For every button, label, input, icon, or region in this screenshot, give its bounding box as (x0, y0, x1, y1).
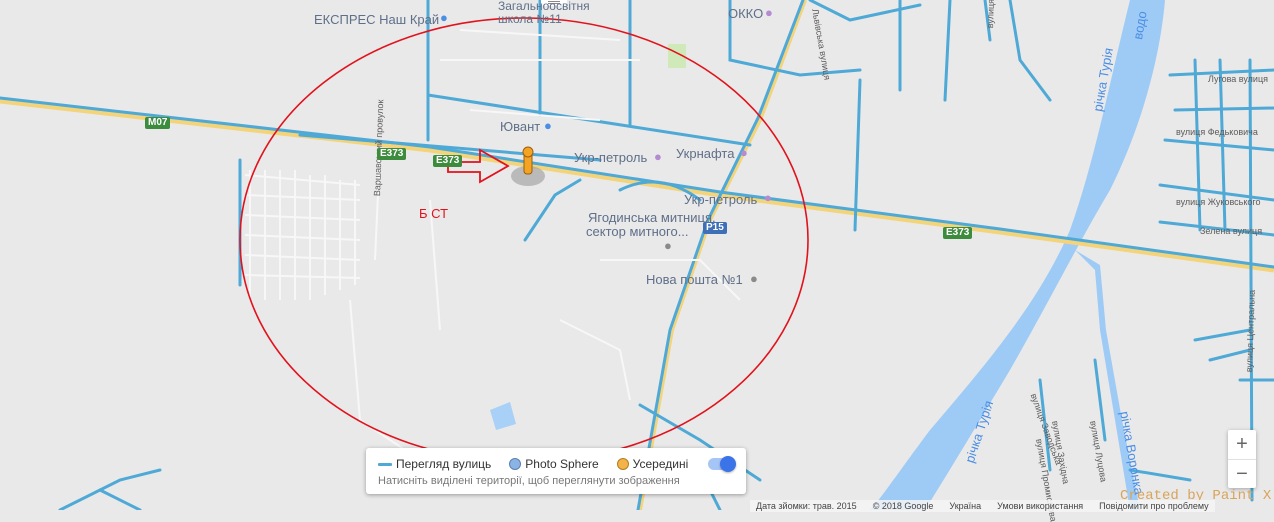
legend-photo-sphere: Photo Sphere (525, 457, 599, 471)
poi-nova-poshta[interactable]: Нова пошта №1 (646, 272, 743, 287)
zoom-control: + − (1228, 430, 1256, 488)
cart-icon: ● (440, 10, 448, 25)
indoor-swatch (616, 458, 629, 470)
road-shield-e373-a: E373 (377, 148, 407, 160)
map-canvas[interactable]: ЕКСПРЕС Наш Край ● Загальноосвітня школа… (0, 0, 1274, 522)
zoom-out-button[interactable]: − (1228, 459, 1256, 489)
copyright: © 2018 Google (872, 501, 934, 511)
street-fedkovycha: вулиця Федьковича (1176, 127, 1258, 137)
street-vulytsia-top: вулиця (985, 0, 997, 29)
poi-ukrpetrol-1[interactable]: Укр-петроль (574, 150, 647, 165)
poi-customs-line1[interactable]: Ягодинська митниця, (588, 210, 716, 225)
street-zelena: Зелена вулиця (1200, 226, 1263, 236)
poi-ukrnafta[interactable]: Укрнафта (676, 146, 734, 161)
place-icon: ● (664, 238, 672, 253)
place-icon-2: ● (750, 271, 758, 286)
street-view-legend: Перегляд вулиць Photo Sphere Усередині Н… (366, 448, 746, 494)
street-luhova: Лугова вулиця (1208, 74, 1268, 84)
poi-school[interactable]: Загальноосвітня школа №11 (498, 0, 608, 26)
fuel-icon-2: ● (654, 149, 662, 164)
photo-sphere-swatch (509, 458, 522, 470)
fuel-icon-3: ● (740, 145, 748, 160)
shop-icon: ● (544, 118, 552, 133)
country-link[interactable]: Україна (949, 500, 981, 512)
street-zhukovskoho: вулиця Жуковського (1176, 197, 1261, 207)
map-footer: Дата зйомки: трав. 2015 © 2018 Google Ук… (750, 500, 1215, 512)
road-shield-e373-c: E373 (943, 227, 973, 239)
road-shield-m07: M07 (145, 117, 171, 129)
terms-link[interactable]: Умови використання (997, 500, 1083, 512)
street-view-toggle[interactable] (708, 456, 736, 472)
report-link[interactable]: Повідомити про проблему (1099, 500, 1208, 512)
legend-hint: Натисніть виділені території, щоб перегл… (378, 475, 680, 487)
zoom-in-button[interactable]: + (1228, 430, 1256, 459)
poi-ekspres[interactable]: ЕКСПРЕС Наш Край (314, 12, 439, 27)
poi-yuvant[interactable]: Ювант (500, 119, 540, 134)
legend-indoor: Усередині (632, 457, 689, 471)
annotation-text: Б СТ (419, 206, 449, 221)
capture-date: Дата зйомки: трав. 2015 (756, 501, 857, 511)
poi-customs-line2[interactable]: сектор митного... (586, 224, 689, 239)
poi-ukrpetrol-2[interactable]: Укр-петроль (684, 192, 757, 207)
street-view-swatch (378, 462, 392, 466)
fuel-icon: ● (765, 5, 773, 20)
fuel-icon-4: ● (764, 190, 772, 205)
road-shield-p15: P15 (703, 222, 727, 234)
legend-street-view: Перегляд вулиць (396, 457, 492, 471)
road-shield-e373-b: E373 (433, 155, 463, 167)
poi-okko[interactable]: ОККО (728, 6, 763, 21)
